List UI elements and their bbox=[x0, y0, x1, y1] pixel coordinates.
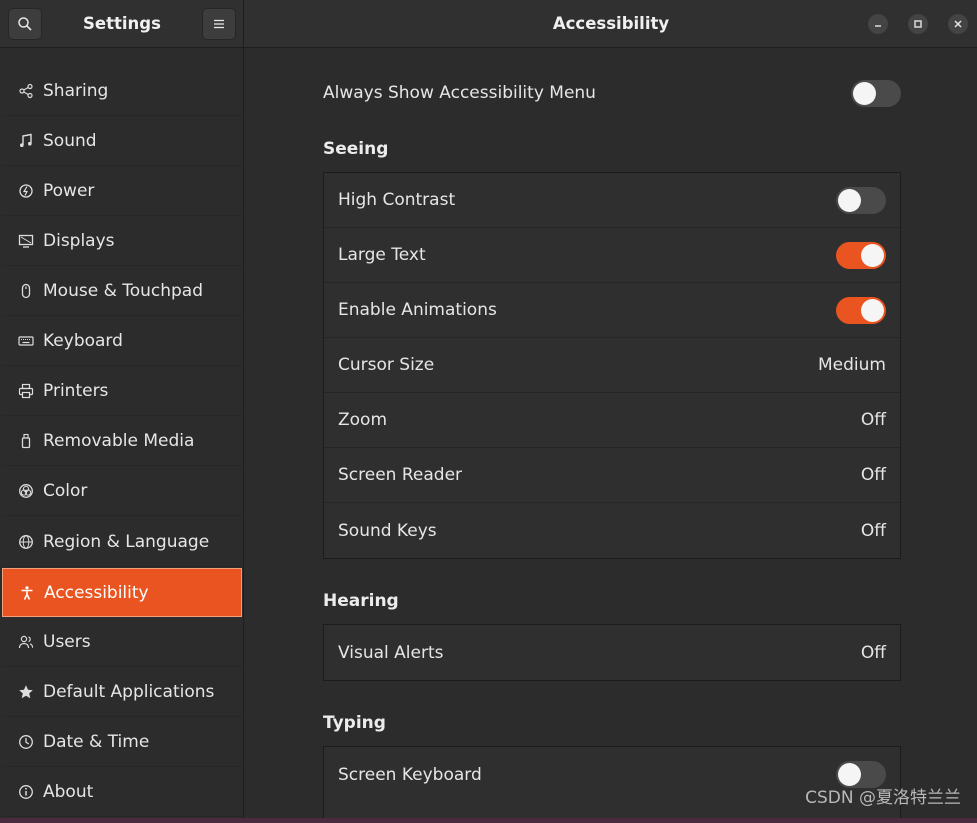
sidebar-item-label: About bbox=[43, 782, 94, 802]
sidebar-item-default-applications[interactable]: Default Applications bbox=[2, 668, 242, 717]
users-icon bbox=[15, 631, 37, 653]
music-note-icon bbox=[15, 130, 37, 152]
hamburger-menu-icon bbox=[214, 19, 224, 29]
sidebar-item-displays[interactable]: Displays bbox=[2, 217, 242, 266]
sound-keys-value: Off bbox=[860, 520, 886, 541]
accessibility-icon bbox=[16, 582, 38, 604]
sidebar-item-color[interactable]: Color bbox=[2, 467, 242, 516]
high-contrast-toggle[interactable] bbox=[836, 186, 886, 214]
close-icon bbox=[954, 20, 962, 28]
screen-keyboard-label: Screen Keyboard bbox=[338, 764, 482, 785]
sidebar-item-label: Mouse & Touchpad bbox=[43, 281, 204, 301]
sidebar-item-label: Default Applications bbox=[43, 682, 215, 702]
toggle-knob bbox=[861, 243, 884, 267]
toggle-knob bbox=[861, 298, 884, 322]
zoom-row[interactable]: Zoom Off bbox=[324, 393, 900, 448]
visual-alerts-value: Off bbox=[860, 642, 886, 663]
enable-animations-row[interactable]: Enable Animations bbox=[324, 283, 900, 338]
section-title-typing: Typing bbox=[323, 713, 386, 733]
sidebar-item-about[interactable]: About bbox=[2, 768, 242, 817]
large-text-toggle[interactable] bbox=[836, 241, 886, 269]
sidebar-item-label: Displays bbox=[43, 231, 115, 251]
clock-icon bbox=[15, 731, 37, 753]
sidebar-item-label: Date & Time bbox=[43, 732, 150, 752]
zoom-value: Off bbox=[860, 410, 886, 430]
color-icon bbox=[15, 480, 37, 502]
power-icon bbox=[15, 180, 37, 202]
minimize-button[interactable] bbox=[868, 14, 888, 34]
sidebar-item-power[interactable]: Power bbox=[2, 167, 242, 216]
accessibility-panel: Always Show Accessibility Menu Seeing Hi… bbox=[245, 48, 977, 818]
menu-button[interactable] bbox=[202, 8, 236, 40]
sidebar-item-accessibility[interactable]: Accessibility bbox=[2, 568, 242, 617]
screen-reader-row[interactable]: Screen Reader Off bbox=[324, 448, 900, 503]
sidebar-item-printers[interactable]: Printers bbox=[2, 367, 242, 416]
sidebar-item-label: Removable Media bbox=[43, 431, 195, 451]
enable-animations-toggle[interactable] bbox=[836, 296, 886, 324]
toggle-knob bbox=[838, 188, 861, 212]
high-contrast-row[interactable]: High Contrast bbox=[324, 173, 900, 228]
usb-drive-icon bbox=[15, 430, 37, 452]
section-title-seeing: Seeing bbox=[323, 139, 389, 159]
seeing-group: High Contrast Large Text Enable Animatio… bbox=[323, 172, 901, 559]
maximize-icon bbox=[914, 20, 922, 28]
sidebar-item-sharing[interactable]: Sharing bbox=[2, 67, 242, 116]
screen-reader-label: Screen Reader bbox=[338, 465, 463, 485]
large-text-row[interactable]: Large Text bbox=[324, 228, 900, 283]
sidebar-item-label: Sharing bbox=[43, 81, 109, 101]
sidebar-item-region-language[interactable]: Region & Language bbox=[2, 518, 242, 567]
sidebar-item-label: Keyboard bbox=[43, 331, 123, 351]
sidebar-item-label: Sound bbox=[43, 131, 97, 151]
hearing-group: Visual Alerts Off bbox=[323, 624, 901, 681]
screen-reader-value: Off bbox=[860, 465, 886, 485]
sidebar-item-keyboard[interactable]: Keyboard bbox=[2, 317, 242, 366]
sidebar-item-label: Region & Language bbox=[43, 532, 210, 552]
visual-alerts-row[interactable]: Visual Alerts Off bbox=[324, 625, 900, 680]
header-bar: Settings Accessibility bbox=[0, 0, 977, 48]
sidebar-header: Settings bbox=[0, 0, 244, 48]
zoom-label: Zoom bbox=[338, 410, 388, 430]
watermark: CSDN @夏洛特兰兰 bbox=[805, 788, 961, 808]
printer-icon bbox=[15, 380, 37, 402]
toggle-knob bbox=[853, 81, 876, 105]
sidebar-item-date-time[interactable]: Date & Time bbox=[2, 718, 242, 767]
sidebar-item-label: Printers bbox=[43, 381, 109, 401]
maximize-button[interactable] bbox=[908, 14, 928, 34]
close-button[interactable] bbox=[948, 14, 968, 34]
cursor-size-value: Medium bbox=[818, 355, 886, 375]
sidebar-item-label: Users bbox=[43, 632, 91, 652]
large-text-label: Large Text bbox=[338, 245, 426, 265]
settings-window: Settings Accessibility Sharing Sound Pow… bbox=[0, 0, 977, 818]
minimize-icon bbox=[875, 25, 881, 27]
always-show-menu-row: Always Show Accessibility Menu bbox=[323, 78, 901, 108]
always-show-menu-label: Always Show Accessibility Menu bbox=[323, 83, 596, 103]
share-icon bbox=[15, 80, 37, 102]
sidebar-item-sound[interactable]: Sound bbox=[2, 117, 242, 166]
section-title-hearing: Hearing bbox=[323, 591, 399, 611]
high-contrast-label: High Contrast bbox=[338, 190, 456, 210]
globe-icon bbox=[15, 531, 37, 553]
sidebar-item-label: Accessibility bbox=[44, 582, 149, 603]
keyboard-icon bbox=[15, 330, 37, 352]
cursor-size-row[interactable]: Cursor Size Medium bbox=[324, 338, 900, 393]
sidebar-item-label: Power bbox=[43, 181, 95, 201]
star-icon bbox=[15, 681, 37, 703]
always-show-menu-toggle[interactable] bbox=[851, 79, 901, 107]
mouse-icon bbox=[15, 280, 37, 302]
sidebar-item-removable-media[interactable]: Removable Media bbox=[2, 417, 242, 466]
sidebar: Sharing Sound Power Displays Mouse & Tou… bbox=[0, 48, 244, 818]
display-icon bbox=[15, 230, 37, 252]
sidebar-item-mouse[interactable]: Mouse & Touchpad bbox=[2, 267, 242, 316]
sound-keys-label: Sound Keys bbox=[338, 520, 437, 541]
sidebar-item-users[interactable]: Users bbox=[2, 618, 242, 667]
visual-alerts-label: Visual Alerts bbox=[338, 642, 444, 663]
cursor-size-label: Cursor Size bbox=[338, 355, 435, 375]
info-icon bbox=[15, 781, 37, 803]
sound-keys-row[interactable]: Sound Keys Off bbox=[324, 503, 900, 558]
enable-animations-label: Enable Animations bbox=[338, 300, 497, 320]
sidebar-item-label: Color bbox=[43, 481, 88, 501]
